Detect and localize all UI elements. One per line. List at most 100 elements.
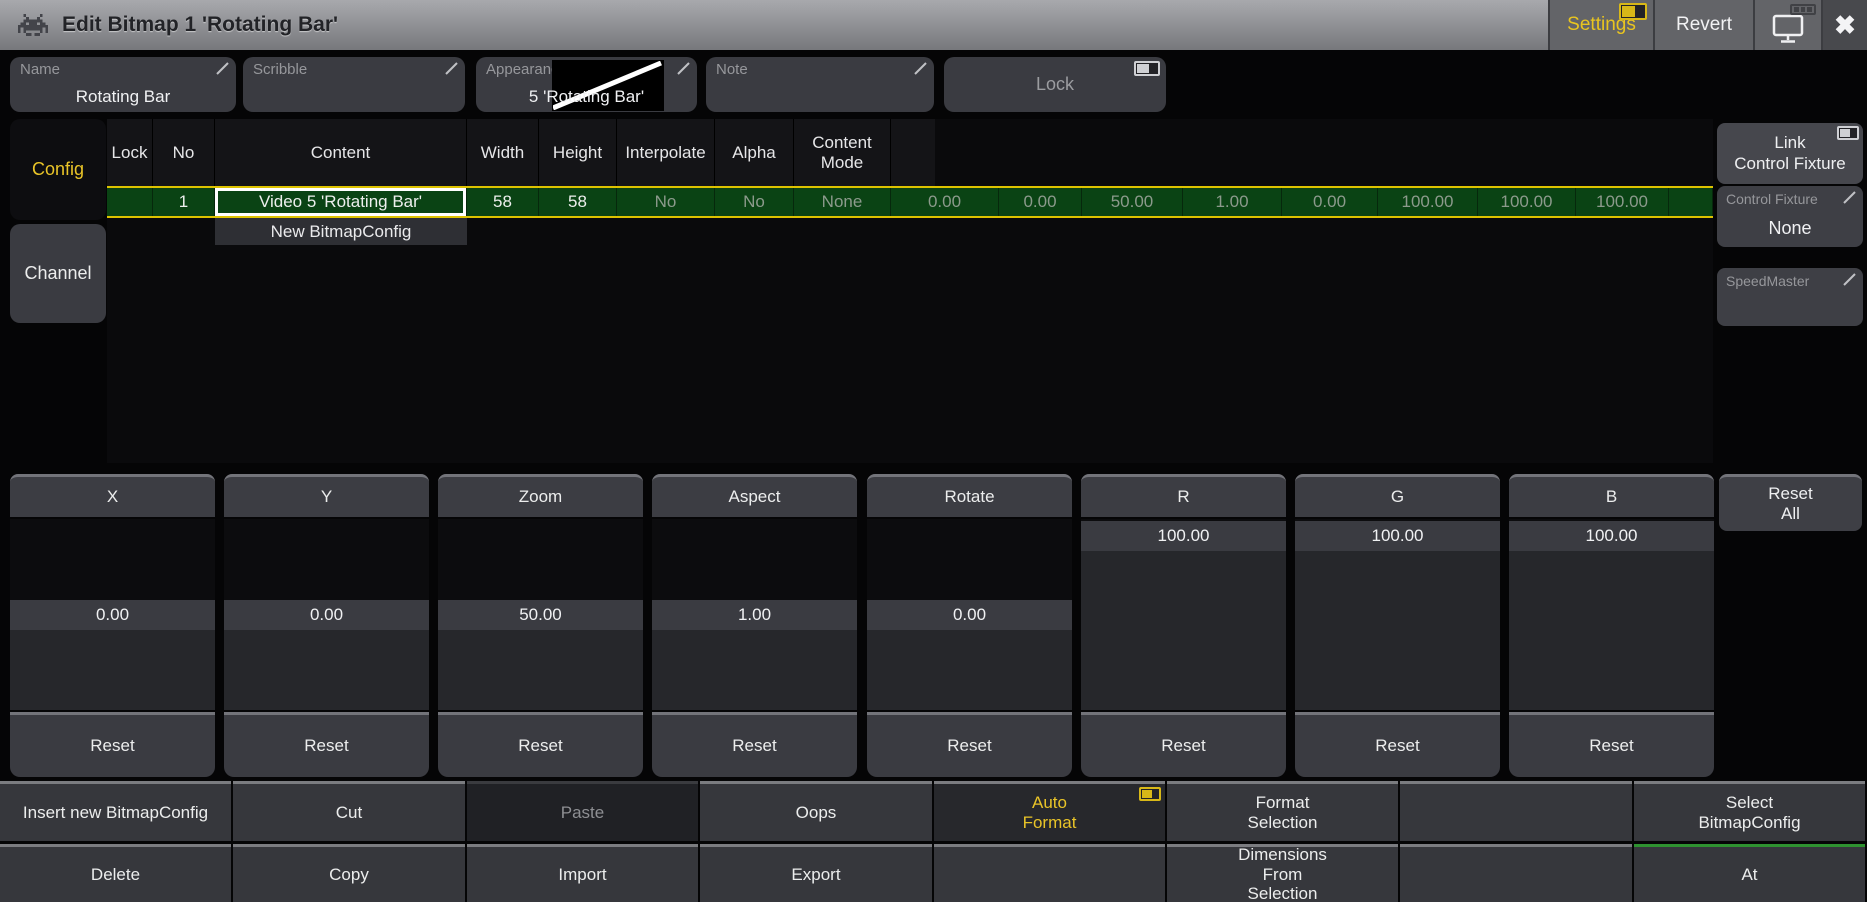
encoder-value-bar-rotate[interactable]: 0.00 [867,600,1072,630]
row-cell-height[interactable]: 58 [539,188,617,216]
encoder-header-b: B [1509,474,1714,517]
reset-all-button[interactable]: Reset All [1719,474,1862,531]
dimensions-from-selection-button[interactable]: Dimensions From Selection [1167,844,1398,902]
note-field-label: Note [716,61,748,78]
edit-pencil-icon [913,61,928,76]
row-cell-zoom[interactable]: 50.00 [1082,188,1183,216]
row-cell-interpolate[interactable]: No [617,188,715,216]
settings-toggle-icon [1619,3,1647,20]
table-row[interactable]: 1Video 5 'Rotating Bar'5858NoNoNone0.000… [107,186,1713,218]
encoder-reset-rotate-button[interactable]: Reset [867,712,1072,777]
scribble-field[interactable]: Scribble [243,57,465,112]
cut-button[interactable]: Cut [233,781,465,841]
encoder-fader-fill-b [1509,551,1714,710]
link-control-fixture-button[interactable]: Link Control Fixture [1717,123,1863,184]
encoder-reset-zoom-button[interactable]: Reset [438,712,643,777]
row-cell-r[interactable]: 100.00 [1378,188,1478,216]
encoder-value-bar-aspect[interactable]: 1.00 [652,600,857,630]
encoder-fader-g[interactable]: 100.00 [1295,519,1500,710]
column-header-interpolate: Interpolate [617,119,715,186]
delete-button-label: Delete [91,865,140,885]
encoder-fader-aspect[interactable]: 1.00 [652,519,857,710]
select-bitmapconfig-button[interactable]: Select BitmapConfig [1634,781,1865,841]
encoder-fader-rotate[interactable]: 0.00 [867,519,1072,710]
speedmaster-field[interactable]: SpeedMaster [1717,268,1863,326]
row-cell-y[interactable]: 0.00 [999,188,1082,216]
row-cell-x[interactable]: 0.00 [891,188,999,216]
oops-button[interactable]: Oops [700,781,932,841]
tab-channel[interactable]: Channel [10,224,106,323]
close-button[interactable]: ✖ [1821,0,1867,50]
encoder-fader-r[interactable]: 100.00 [1081,519,1286,710]
encoder-reset-b-button[interactable]: Reset [1509,712,1714,777]
encoder-fader-fill-rotate [867,630,1072,710]
toolbar-row2-empty-cell-5 [934,844,1165,902]
encoder-value-bar-g[interactable]: 100.00 [1295,521,1500,551]
import-button-label: Import [558,865,606,885]
row-cell-no[interactable]: 1 [153,188,215,216]
encoder-reset-x-button[interactable]: Reset [10,712,215,777]
encoder-value-bar-zoom[interactable]: 50.00 [438,600,643,630]
column-header-lock: Lock [107,119,153,186]
tab-config[interactable]: Config [10,119,106,220]
edit-pencil-icon [444,61,459,76]
encoder-reset-g-button[interactable]: Reset [1295,712,1500,777]
titlebar-left: Edit Bitmap 1 'Rotating Bar' [0,0,1548,50]
at-button-label: At [1741,865,1757,885]
paste-button[interactable]: Paste [467,781,698,841]
encoder-reset-r-button[interactable]: Reset [1081,712,1286,777]
settings-button[interactable]: Settings [1548,0,1653,50]
encoder-value-bar-r[interactable]: 100.00 [1081,521,1286,551]
link-control-fixture-label: Link Control Fixture [1734,133,1845,174]
encoder-fader-zoom[interactable]: 50.00 [438,519,643,710]
lock-toggle-button[interactable]: Lock [944,57,1166,112]
appearance-field-value: 5 'Rotating Bar' [476,87,697,107]
insert-new-bitmapconfig-button[interactable]: Insert new BitmapConfig [0,781,231,841]
name-field-value: Rotating Bar [10,87,236,107]
row-cell-alpha[interactable]: No [715,188,794,216]
appearance-field[interactable]: Appearance 5 'Rotating Bar' [476,57,697,112]
encoder-fader-x[interactable]: 0.00 [10,519,215,710]
edit-pencil-icon [1842,190,1857,205]
row-cell-content_mode[interactable]: None [794,188,891,216]
speedmaster-label: SpeedMaster [1726,273,1809,289]
encoder-value-bar-y[interactable]: 0.00 [224,600,429,630]
move-to-screen-button[interactable] [1753,0,1821,50]
encoder-fader-fill-y [224,630,429,710]
encoder-fader-b[interactable]: 100.00 [1509,519,1714,710]
row-cell-content[interactable]: Video 5 'Rotating Bar' [215,188,467,216]
format-selection-button[interactable]: Format Selection [1167,781,1398,841]
row-cell-filler [1669,188,1713,216]
titlebar-buttons: Settings Revert ✖ [1548,0,1867,50]
row-cell-lock[interactable] [107,188,153,216]
control-fixture-label: Control Fixture [1726,191,1818,207]
export-button[interactable]: Export [700,844,932,902]
window-title: Edit Bitmap 1 'Rotating Bar' [62,13,338,37]
note-field[interactable]: Note [706,57,934,112]
new-bitmapconfig-row[interactable]: New BitmapConfig [215,218,467,245]
column-header-alpha: Alpha [715,119,794,186]
control-fixture-field[interactable]: Control Fixture None [1717,186,1863,247]
encoder-value-bar-b[interactable]: 100.00 [1509,521,1714,551]
column-header-content_mode: Content Mode [794,119,891,186]
import-button[interactable]: Import [467,844,698,902]
auto-format-button[interactable]: Auto Format [934,781,1165,841]
row-cell-g[interactable]: 100.00 [1478,188,1576,216]
row-cell-b[interactable]: 100.00 [1576,188,1669,216]
name-field-label: Name [20,61,60,78]
encoder-value-bar-x[interactable]: 0.00 [10,600,215,630]
column-header-width: Width [467,119,539,186]
row-cell-width[interactable]: 58 [467,188,539,216]
at-button[interactable]: At [1634,844,1865,902]
delete-button[interactable]: Delete [0,844,231,902]
edit-bitmap-dialog: Edit Bitmap 1 'Rotating Bar' Settings Re… [0,0,1867,902]
row-cell-aspect[interactable]: 1.00 [1183,188,1282,216]
copy-button[interactable]: Copy [233,844,465,902]
row-cell-rotate[interactable]: 0.00 [1282,188,1378,216]
encoder-fader-fill-aspect [652,630,857,710]
revert-button[interactable]: Revert [1653,0,1753,50]
encoder-fader-y[interactable]: 0.00 [224,519,429,710]
name-field[interactable]: Name Rotating Bar [10,57,236,112]
encoder-reset-aspect-button[interactable]: Reset [652,712,857,777]
encoder-reset-y-button[interactable]: Reset [224,712,429,777]
